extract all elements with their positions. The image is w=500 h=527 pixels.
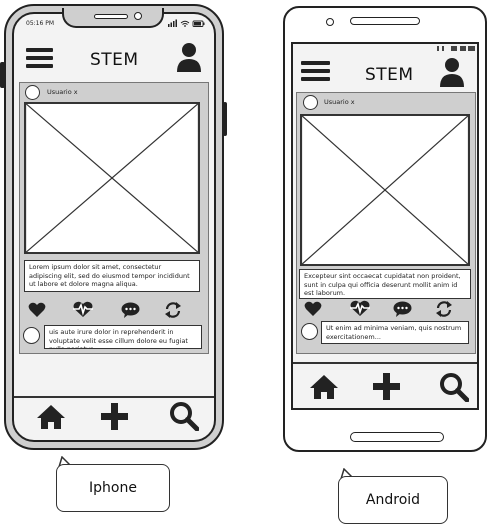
comment-text: uis aute irure dolor in reprehenderit in… <box>44 325 202 349</box>
chat-bubble-icon[interactable] <box>393 301 412 318</box>
app-title: STEM <box>365 65 414 85</box>
post-username[interactable]: Usuario x <box>47 88 78 96</box>
user-profile-icon[interactable] <box>176 42 202 72</box>
post-image-placeholder <box>300 114 470 266</box>
heartbeat-icon[interactable] <box>349 300 371 317</box>
android-label: Android <box>338 476 448 524</box>
hamburger-menu-icon[interactable] <box>26 48 53 72</box>
bottom-nav <box>293 362 477 364</box>
iphone-side-button-left <box>0 62 5 88</box>
iphone-notch <box>62 8 164 28</box>
android-label-text: Android <box>365 492 421 508</box>
comment-avatar[interactable] <box>301 323 318 340</box>
android-home-button[interactable] <box>350 432 444 442</box>
refresh-icon[interactable] <box>435 300 453 318</box>
comment-text: Ut enim ad minima veniam, quis nostrum e… <box>321 321 469 344</box>
android-camera <box>326 18 334 26</box>
post-avatar[interactable] <box>25 85 40 100</box>
post-text: Lorem ipsum dolor sit amet, consectetur … <box>24 260 200 292</box>
heartbeat-icon[interactable] <box>72 301 94 318</box>
post-text: Excepteur sint occaecat cupidatat non pr… <box>299 269 471 299</box>
comment-avatar[interactable] <box>23 327 40 344</box>
android-screen: STEM Usuario x Excepteur sint occaecat c… <box>291 42 479 410</box>
iphone-screen: 05:16 PM STEM Usuario x Lorem ipsum dolo… <box>12 12 216 442</box>
post-image-placeholder <box>24 102 200 254</box>
chat-bubble-icon[interactable] <box>121 302 140 319</box>
status-icons <box>168 19 205 27</box>
status-time: 05:16 PM <box>26 20 54 27</box>
search-icon[interactable] <box>169 401 199 431</box>
iphone-side-button-right <box>223 102 227 136</box>
refresh-icon[interactable] <box>164 301 182 319</box>
status-icons <box>437 46 475 51</box>
post-avatar[interactable] <box>303 95 318 110</box>
iphone-label: Iphone <box>56 464 170 512</box>
post-username[interactable]: Usuario x <box>324 98 355 106</box>
plus-icon[interactable] <box>101 403 128 430</box>
heart-icon[interactable] <box>28 302 46 318</box>
hamburger-menu-icon[interactable] <box>301 61 330 85</box>
search-icon[interactable] <box>439 372 469 402</box>
heart-icon[interactable] <box>304 301 322 317</box>
home-icon[interactable] <box>36 404 66 430</box>
user-profile-icon[interactable] <box>439 57 465 87</box>
plus-icon[interactable] <box>373 373 400 400</box>
app-title: STEM <box>90 50 139 70</box>
android-speaker <box>350 17 420 25</box>
bottom-nav <box>14 396 214 398</box>
iphone-label-text: Iphone <box>89 480 137 496</box>
home-icon[interactable] <box>309 374 339 400</box>
